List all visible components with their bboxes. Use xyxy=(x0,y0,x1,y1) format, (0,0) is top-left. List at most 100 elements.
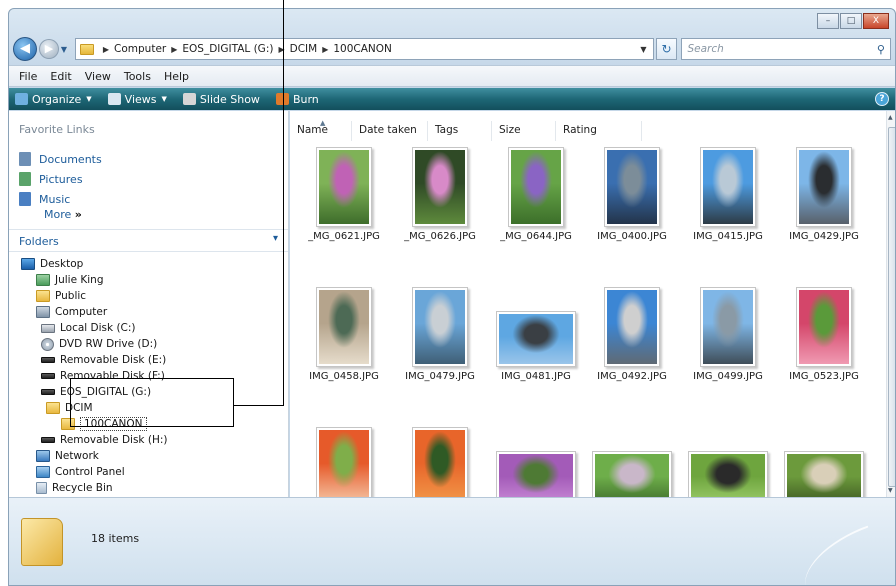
breadcrumb-dcim[interactable]: DCIM xyxy=(290,43,318,55)
command-slide-show[interactable]: Slide Show xyxy=(182,93,260,106)
details-pane: 18 items xyxy=(9,497,895,585)
tree-item-label: Removable Disk (E:) xyxy=(60,354,167,366)
music-icon xyxy=(19,192,31,206)
maximize-button[interactable]: □ xyxy=(840,13,862,29)
thumbnail-frame xyxy=(776,283,872,367)
column-label: Size xyxy=(499,124,521,136)
scrollbar-thumb[interactable] xyxy=(888,127,895,487)
command-label: Views xyxy=(124,92,157,106)
callout-line xyxy=(233,405,284,406)
favorite-music[interactable]: Music xyxy=(19,192,70,206)
photo-thumbnail xyxy=(604,287,660,367)
menu-tools[interactable]: Tools xyxy=(124,70,151,83)
views-icon xyxy=(107,93,121,105)
tree-item-removable-disk-h[interactable]: Removable Disk (H:) xyxy=(41,432,167,448)
more-links[interactable]: More » xyxy=(44,208,82,221)
file-item[interactable]: IMG_0415.JPG xyxy=(680,143,776,258)
favorite-documents[interactable]: Documents xyxy=(19,152,102,166)
folder-icon xyxy=(46,402,60,414)
callout-box xyxy=(70,378,234,427)
chevron-right-icon[interactable]: ▶ xyxy=(322,45,328,54)
window-controls: – □ X xyxy=(817,13,889,29)
refresh-button[interactable]: ↻ xyxy=(655,38,678,60)
scroll-up-icon[interactable]: ▲ xyxy=(888,114,893,121)
photo-image xyxy=(511,150,561,224)
favorite-label: Pictures xyxy=(39,172,83,186)
double-chevron-icon: » xyxy=(74,208,82,221)
address-bar[interactable]: ▶ Computer ▶ EOS_DIGITAL (G:) ▶ DCIM ▶ 1… xyxy=(74,38,654,60)
file-item[interactable]: IMG_0479.JPG xyxy=(392,283,488,398)
file-name: IMG_0458.JPG xyxy=(309,371,379,382)
file-item[interactable]: IMG_0481.JPG xyxy=(488,283,584,398)
thumbnail-frame xyxy=(296,423,392,507)
column-tags[interactable]: Tags xyxy=(428,121,492,141)
file-item[interactable]: IMG_0523.JPG xyxy=(776,283,872,398)
favorite-pictures[interactable]: Pictures xyxy=(19,172,83,186)
breadcrumb-100canon[interactable]: 100CANON xyxy=(333,43,392,55)
breadcrumb-eos-digital[interactable]: EOS_DIGITAL (G:) xyxy=(182,43,273,55)
file-item[interactable]: _MG_0621.JPG xyxy=(296,143,392,258)
dropdown-arrow-icon: ▼ xyxy=(161,95,167,103)
column-rating[interactable]: Rating xyxy=(556,121,642,141)
menu-view[interactable]: View xyxy=(85,70,111,83)
back-button[interactable]: ◀ xyxy=(13,37,37,61)
close-button[interactable]: X xyxy=(863,13,889,29)
tree-item-recycle-bin[interactable]: Recycle Bin xyxy=(36,480,113,496)
file-item[interactable]: _MG_0644.JPG xyxy=(488,143,584,258)
removable-icon xyxy=(41,437,55,443)
tree-item-removable-disk-e[interactable]: Removable Disk (E:) xyxy=(41,352,166,368)
cpanel-icon xyxy=(36,466,50,478)
command-views[interactable]: Views ▼ xyxy=(107,92,167,106)
menu-edit[interactable]: Edit xyxy=(50,70,71,83)
recent-pages-dropdown-icon[interactable]: ▼ xyxy=(61,45,71,54)
search-icon[interactable]: ⚲ xyxy=(877,43,885,56)
dropdown-arrow-icon: ▼ xyxy=(86,95,92,103)
search-input[interactable]: Search ⚲ xyxy=(681,38,891,60)
help-icon[interactable]: ? xyxy=(875,92,889,106)
menu-help[interactable]: Help xyxy=(164,70,189,83)
favorite-links-header: Favorite Links xyxy=(19,123,95,136)
tree-item-desktop[interactable]: Desktop xyxy=(21,256,83,272)
file-name: IMG_0523.JPG xyxy=(789,371,859,382)
tree-item-network[interactable]: Network xyxy=(36,448,99,464)
tree-item-label: Computer xyxy=(55,306,108,318)
divider xyxy=(9,251,288,252)
tree-item-public[interactable]: Public xyxy=(36,288,86,304)
folders-header[interactable]: Folders xyxy=(19,235,59,248)
column-label: Tags xyxy=(435,124,459,136)
file-item[interactable]: _MG_0626.JPG xyxy=(392,143,488,258)
file-item[interactable]: IMG_0400.JPG xyxy=(584,143,680,258)
file-item[interactable]: IMG_0492.JPG xyxy=(584,283,680,398)
file-item[interactable]: IMG_0458.JPG xyxy=(296,283,392,398)
command-organize[interactable]: Organize ▼ xyxy=(15,93,92,106)
desktop-icon xyxy=(21,258,35,270)
column-size[interactable]: Size xyxy=(492,121,556,141)
favorite-label: Documents xyxy=(39,152,102,166)
address-row: ◀ ▶ ▼ ▶ Computer ▶ EOS_DIGITAL (G:) ▶ DC… xyxy=(13,37,891,61)
column-date-taken[interactable]: Date taken xyxy=(352,121,428,141)
file-item[interactable]: IMG_0499.JPG xyxy=(680,283,776,398)
tree-item-control-panel[interactable]: Control Panel xyxy=(36,464,125,480)
tree-item-julie-king[interactable]: Julie King xyxy=(36,272,104,288)
minimize-button[interactable]: – xyxy=(817,13,839,29)
tree-item-dvd-rw-drive-d[interactable]: DVD RW Drive (D:) xyxy=(41,336,157,352)
column-name[interactable]: ▲ Name xyxy=(290,119,352,141)
organize-icon xyxy=(15,93,28,105)
forward-button[interactable]: ▶ xyxy=(38,39,59,59)
chevron-right-icon[interactable]: ▶ xyxy=(171,45,177,54)
photo-image xyxy=(319,290,369,364)
menu-file[interactable]: File xyxy=(19,70,37,83)
scroll-down-icon[interactable]: ▼ xyxy=(888,487,893,494)
thumbnail-frame xyxy=(776,423,872,507)
breadcrumb-computer[interactable]: Computer xyxy=(114,43,166,55)
file-item[interactable]: IMG_0429.JPG xyxy=(776,143,872,258)
command-label: Burn xyxy=(292,92,319,106)
chevron-down-icon[interactable]: ▾ xyxy=(273,233,278,244)
chevron-right-icon[interactable]: ▶ xyxy=(103,45,109,54)
address-dropdown-icon[interactable]: ▼ xyxy=(640,45,646,54)
vertical-scrollbar[interactable]: ▲ ▼ xyxy=(886,111,895,497)
tree-item-local-disk-c[interactable]: Local Disk (C:) xyxy=(41,320,136,336)
removable-icon xyxy=(41,357,55,363)
tree-item-computer[interactable]: Computer xyxy=(36,304,107,320)
photo-thumbnail xyxy=(412,427,468,507)
